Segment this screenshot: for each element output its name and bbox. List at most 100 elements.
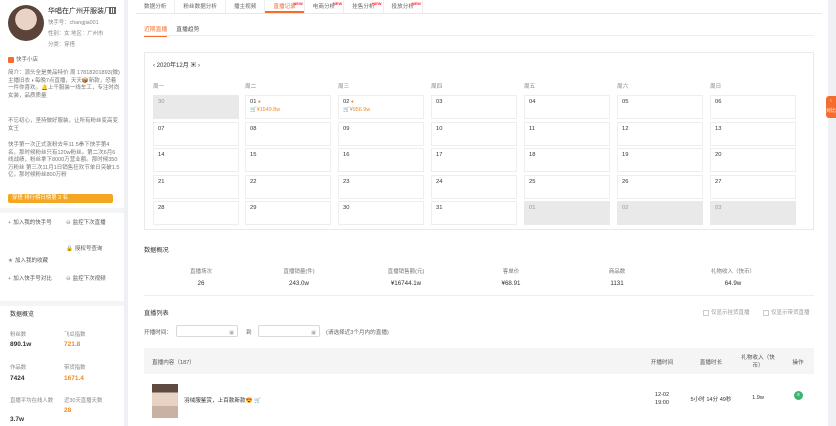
qr-code-icon[interactable] bbox=[109, 7, 116, 14]
add-compare-button[interactable]: + 加入快手号对比 bbox=[8, 275, 60, 284]
rank-button[interactable]: 穿搭 排行榜日榜第 3 名 bbox=[8, 194, 113, 203]
calendar-day[interactable]: 01 ● 🛒¥1549.8w bbox=[245, 95, 331, 119]
divider bbox=[144, 35, 814, 36]
calendar-day[interactable]: 10 bbox=[431, 121, 517, 146]
calendar-day[interactable]: 02 ● 🛒¥956.9w bbox=[338, 95, 424, 119]
calendar-day[interactable]: 18 bbox=[524, 148, 610, 172]
calendar-day[interactable]: 13 bbox=[710, 121, 796, 146]
calendar-day[interactable]: 26 bbox=[617, 174, 703, 199]
weekday-label: 周五 bbox=[524, 84, 536, 90]
calendar-day[interactable]: 30 bbox=[338, 201, 424, 225]
calendar-day[interactable]: 11 bbox=[524, 121, 610, 146]
account-name: 华唱在广州开服装厂 bbox=[48, 8, 111, 15]
calendar-day[interactable]: 31 bbox=[431, 201, 517, 225]
calendar-day[interactable]: 22 bbox=[245, 174, 331, 199]
calendar-day[interactable]: 06 bbox=[710, 95, 796, 119]
shop-icon bbox=[8, 56, 14, 63]
calendar-day[interactable]: 30 bbox=[153, 95, 239, 119]
tab-1[interactable]: 数据分析 bbox=[136, 0, 176, 13]
calendar-day[interactable]: 19 bbox=[617, 148, 703, 172]
only-sales-checkbox[interactable]: 仅显示带货直播 bbox=[763, 308, 810, 316]
calendar-day[interactable]: 15 bbox=[245, 148, 331, 172]
tab-6[interactable]: 挂售分析 NEW bbox=[344, 0, 384, 13]
day-number: 25 bbox=[529, 178, 536, 185]
day-number: 10 bbox=[436, 125, 443, 132]
authorize-query-button[interactable]: 🔒 授权号查询 bbox=[66, 245, 116, 254]
tab-2[interactable]: 粉丝数据分析 bbox=[175, 0, 226, 13]
live-dot-icon: ● bbox=[349, 99, 354, 105]
only-goods-checkbox[interactable]: 仅显示挂货直播 bbox=[703, 308, 750, 316]
compare-side-tab[interactable]: ‹ 对比 bbox=[826, 96, 836, 118]
calendar-day[interactable]: 21 bbox=[153, 174, 239, 199]
calendar-day[interactable]: 07 bbox=[153, 121, 239, 146]
day-number: 16 bbox=[343, 152, 350, 158]
tab-3[interactable]: 播主视频 bbox=[226, 0, 266, 13]
day-number: 18 bbox=[529, 152, 536, 158]
day-number: 11 bbox=[529, 125, 536, 132]
new-badge: NEW bbox=[332, 1, 343, 6]
col-duration[interactable]: 直播时长 bbox=[689, 358, 733, 366]
end-date-input[interactable]: ▣ bbox=[258, 325, 320, 337]
tab-label: 播主视频 bbox=[233, 4, 257, 10]
day-number: 12 bbox=[622, 125, 629, 132]
list-title: 直播列表 bbox=[144, 310, 169, 317]
day-number: 27 bbox=[715, 178, 722, 185]
calendar-day[interactable]: 20 bbox=[710, 148, 796, 172]
monitor-live-button[interactable]: ⊖ 监控下次直播 bbox=[66, 219, 116, 228]
tab-label: 直播记录 bbox=[273, 4, 296, 10]
calendar-day[interactable]: 05 bbox=[617, 95, 703, 119]
table-row[interactable]: 羽绒服鉴赏，上百款新款😍 🛒 12-02 19:00 5小时 14分 49秒 1… bbox=[144, 376, 814, 426]
day-number: 21 bbox=[158, 178, 165, 185]
table-header: 直播内容（187） 开播时间 直播时长 礼物收入（快币） 操作 bbox=[144, 348, 814, 374]
divider bbox=[144, 295, 814, 296]
tab-7[interactable]: 投放分析 NEW bbox=[384, 0, 423, 13]
calendar-day[interactable]: 01 bbox=[524, 201, 610, 225]
calendar-day[interactable]: 24 bbox=[431, 174, 517, 199]
calendar-icon[interactable]: ▣ bbox=[189, 63, 198, 69]
day-sales-line: 🛒¥956.9w bbox=[343, 107, 419, 113]
calendar-day[interactable]: 09 bbox=[338, 121, 424, 146]
calendar-day[interactable]: 12 bbox=[617, 121, 703, 146]
summary-label: 客单价 bbox=[502, 269, 520, 275]
plus-icon: + bbox=[8, 220, 12, 226]
calendar-day[interactable]: 27 bbox=[710, 174, 796, 199]
live-thumbnail[interactable] bbox=[152, 384, 178, 418]
calendar-day[interactable]: 04 bbox=[524, 95, 610, 119]
calendar-day[interactable]: 14 bbox=[153, 148, 239, 172]
calendar-month: ‹ 2020年12月 ▣ › bbox=[153, 60, 200, 69]
calendar-day[interactable]: 29 bbox=[245, 201, 331, 225]
calendar-day[interactable]: 25 bbox=[524, 174, 610, 199]
monitor-video-button[interactable]: ⊖ 监控下次视频 bbox=[66, 275, 116, 284]
calendar-day[interactable]: 23 bbox=[338, 174, 424, 199]
next-month-icon[interactable]: › bbox=[198, 63, 200, 69]
tab-5[interactable]: 电商分析 NEW bbox=[305, 0, 345, 13]
day-number: 13 bbox=[715, 125, 722, 132]
calendar-day[interactable]: 03 bbox=[710, 201, 796, 225]
calendar-day[interactable]: 02 bbox=[617, 201, 703, 225]
add-to-my-kuaishou-button[interactable]: + 加入我的快手号 bbox=[8, 219, 60, 228]
live-gift: 1.9w bbox=[752, 395, 764, 401]
bio-text-2: 不忘初心，坚持做好服装，让所有粉丝变高变女王 bbox=[8, 118, 119, 132]
live-title-text: 羽绒服鉴赏，上百款新款😍 bbox=[184, 398, 253, 404]
col-gift[interactable]: 礼物收入（快币） bbox=[738, 353, 778, 369]
tab-4[interactable]: 直播记录 NEW bbox=[265, 0, 305, 13]
col-content: 直播内容（187） bbox=[152, 360, 195, 366]
calendar-day[interactable]: 17 bbox=[431, 148, 517, 172]
start-date-input[interactable]: ▣ bbox=[176, 325, 238, 337]
detail-icon[interactable]: ≡ bbox=[794, 391, 803, 400]
add-collect-button[interactable]: ★ 加入我的收藏 bbox=[8, 257, 60, 266]
calendar-day[interactable]: 28 bbox=[153, 201, 239, 225]
tab-bar: 数据分析 粉丝数据分析 播主视频 直播记录 NEW 电商分析 NEW 挂售分析 NEW 投放分析 N… bbox=[136, 0, 822, 14]
summary-label: 直播场次 bbox=[189, 269, 212, 275]
calendar-day[interactable]: 08 bbox=[245, 121, 331, 146]
day-number: 23 bbox=[343, 178, 350, 185]
live-title[interactable]: 羽绒服鉴赏，上百款新款😍 🛒 bbox=[184, 396, 261, 404]
day-number: 08 bbox=[250, 125, 257, 132]
monitor-icon: ⊖ bbox=[66, 276, 71, 282]
day-number: 28 bbox=[158, 205, 165, 211]
tab-label: 挂售分析 bbox=[352, 4, 375, 10]
live-calendar: ‹ 2020年12月 ▣ › 周一 周二 周三 周四 周五 周六 周日 30 01 ● 🛒¥154… bbox=[144, 52, 814, 230]
calendar-day[interactable]: 16 bbox=[338, 148, 424, 172]
monitor-icon: ⊖ bbox=[66, 220, 71, 226]
calendar-day[interactable]: 03 bbox=[431, 95, 517, 119]
